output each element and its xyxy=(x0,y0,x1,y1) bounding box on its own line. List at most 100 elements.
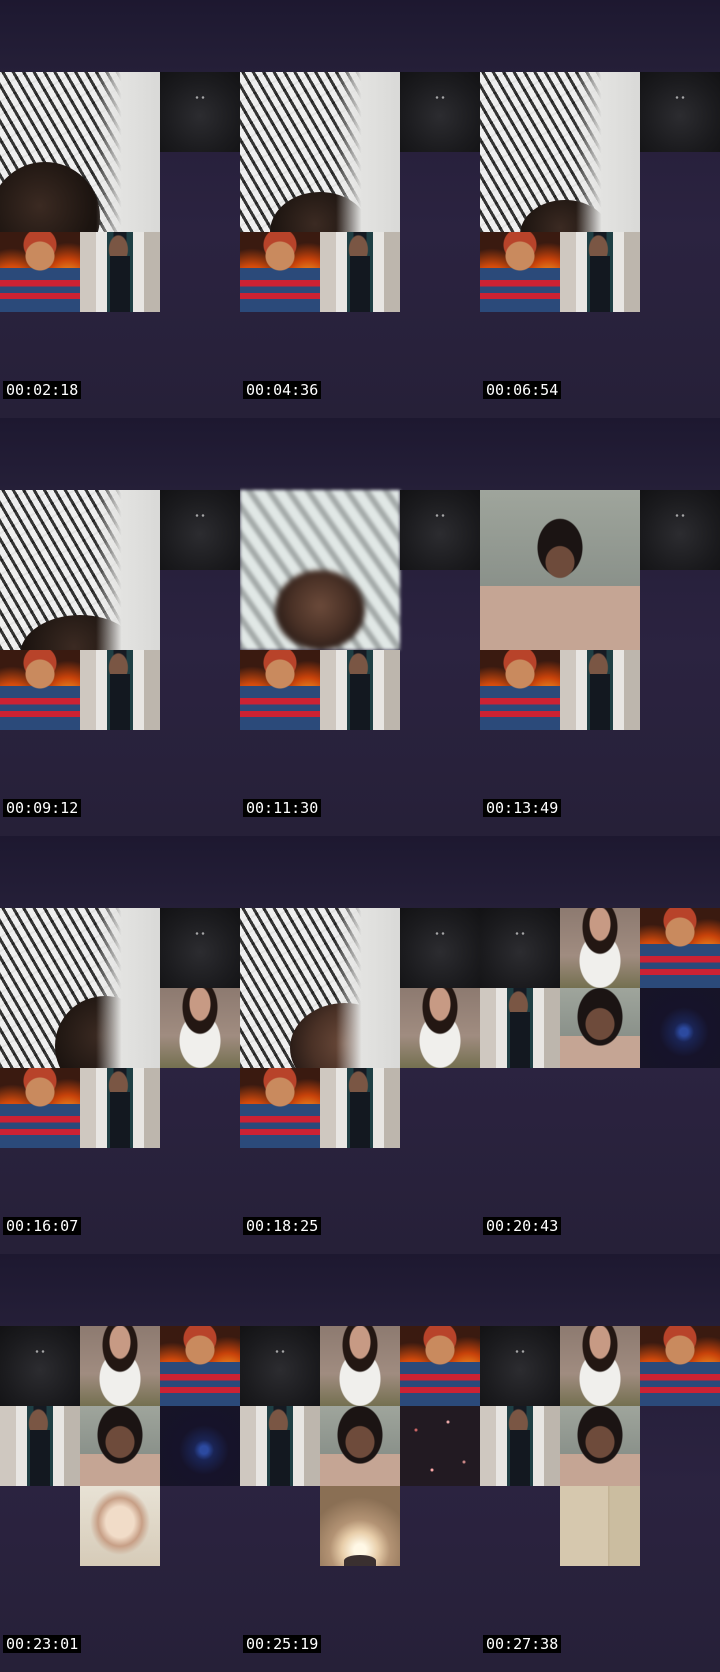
participant-tile-man xyxy=(320,1068,400,1148)
participant-tile-wall xyxy=(0,490,160,650)
participant-tile-man xyxy=(560,650,640,730)
timestamp-label: 00:23:01 xyxy=(3,1635,82,1653)
participant-tile-dark xyxy=(0,1326,80,1406)
participant-tile-lights xyxy=(400,1406,480,1486)
participant-tile-doll xyxy=(0,1068,80,1148)
video-thumbnail[interactable]: 00:06:54 xyxy=(480,0,720,418)
participant-tile-doll xyxy=(480,232,560,312)
participant-tile-dark xyxy=(400,72,480,152)
participant-tile-wall xyxy=(480,72,640,232)
participant-tile-man xyxy=(80,650,160,730)
thumbnail-background xyxy=(0,418,240,490)
thumbnail-background xyxy=(240,0,480,72)
timestamp-label: 00:11:30 xyxy=(243,799,322,817)
timestamp-label: 00:09:12 xyxy=(3,799,82,817)
participant-tile-doll xyxy=(0,650,80,730)
participant-tile-dark xyxy=(160,908,240,988)
participant-tile-girl xyxy=(560,908,640,988)
participant-tile-man xyxy=(560,232,640,312)
participant-tile-doll xyxy=(400,1326,480,1406)
participant-tile-dark xyxy=(480,908,560,988)
participant-tile-blue xyxy=(160,1406,240,1486)
participant-tile-dark xyxy=(640,72,720,152)
participant-head xyxy=(270,192,370,232)
participant-tile-doll xyxy=(240,650,320,730)
timestamp-label: 00:18:25 xyxy=(243,1217,322,1235)
participant-tile-woman xyxy=(560,1406,640,1486)
participant-head xyxy=(520,200,610,232)
video-thumbnail[interactable]: 00:09:12 xyxy=(0,418,240,836)
video-thumbnail[interactable]: 00:23:01 xyxy=(0,1254,240,1672)
participant-tile-man xyxy=(320,650,400,730)
participant-head xyxy=(290,1003,400,1068)
participant-tile-doll xyxy=(240,1068,320,1148)
participant-tile-man xyxy=(80,232,160,312)
participant-tile-blue xyxy=(640,988,720,1068)
timestamp-label: 00:02:18 xyxy=(3,381,82,399)
thumbnail-background xyxy=(480,1254,720,1326)
video-thumbnail[interactable]: 00:02:18 xyxy=(0,0,240,418)
participant-tile-doll xyxy=(0,232,80,312)
thumbnail-background xyxy=(480,0,720,72)
participant-tile-man xyxy=(480,988,560,1068)
video-thumbnail[interactable]: 00:27:38 xyxy=(480,1254,720,1672)
video-thumbnail[interactable]: 00:18:25 xyxy=(240,836,480,1254)
participant-tile-wall xyxy=(0,908,160,1068)
participant-head xyxy=(20,615,140,650)
participant-tile-girl xyxy=(80,1326,160,1406)
participant-tile-dark xyxy=(640,490,720,570)
thumbnail-background xyxy=(0,0,240,72)
participant-tile-dark xyxy=(400,908,480,988)
participant-tile-dark xyxy=(160,72,240,152)
participant-tile-girl xyxy=(160,988,240,1068)
thumbnail-background xyxy=(240,418,480,490)
participant-head xyxy=(0,162,100,232)
timestamp-label: 00:25:19 xyxy=(243,1635,322,1653)
timestamp-label: 00:04:36 xyxy=(243,381,322,399)
participant-tile-doll xyxy=(640,1326,720,1406)
participant-tile-woman xyxy=(80,1406,160,1486)
participant-head xyxy=(55,996,155,1068)
participant-tile-doll xyxy=(480,650,560,730)
thumbnail-background xyxy=(240,1254,480,1326)
thumbnail-background xyxy=(0,1254,240,1326)
participant-tile-man xyxy=(320,232,400,312)
participant-tile-girl xyxy=(400,988,480,1068)
participant-tile-dark xyxy=(480,1326,560,1406)
participant-tile-wall xyxy=(240,72,400,232)
thumbnail-background xyxy=(480,836,720,908)
participant-tile-bald-man xyxy=(80,1486,160,1566)
video-thumbnail[interactable]: 00:25:19 xyxy=(240,1254,480,1672)
timestamp-label: 00:20:43 xyxy=(483,1217,562,1235)
video-thumbnail[interactable]: 00:11:30 xyxy=(240,418,480,836)
participant-tile-doll xyxy=(640,908,720,988)
video-thumbnail[interactable]: 00:20:43 xyxy=(480,836,720,1254)
timestamp-label: 00:27:38 xyxy=(483,1635,562,1653)
participant-tile-man xyxy=(240,1406,320,1486)
video-thumbnail[interactable]: 00:04:36 xyxy=(240,0,480,418)
participant-tile-man xyxy=(0,1406,80,1486)
participant-tile-door xyxy=(560,1486,640,1566)
participant-tile-woman xyxy=(560,988,640,1068)
video-thumbnail[interactable]: 00:16:07 xyxy=(0,836,240,1254)
participant-tile-dark xyxy=(240,1326,320,1406)
participant-tile-wall xyxy=(240,490,400,650)
thumbnail-background xyxy=(0,836,240,908)
participant-tile-girl xyxy=(560,1326,640,1406)
contact-sheet: 00:02:18 00:04:36 00:06:54 00:09:12 00:1… xyxy=(0,0,720,1672)
participant-tile-woman xyxy=(320,1406,400,1486)
timestamp-label: 00:13:49 xyxy=(483,799,562,817)
participant-tile-lamp xyxy=(320,1486,400,1566)
thumbnail-background xyxy=(480,418,720,490)
thumbnail-background xyxy=(240,836,480,908)
video-thumbnail[interactable]: 00:13:49 xyxy=(480,418,720,836)
participant-tile-dark xyxy=(400,490,480,570)
participant-tile-wall xyxy=(0,72,160,232)
participant-tile-man xyxy=(480,1406,560,1486)
participant-tile-wall xyxy=(240,908,400,1068)
participant-tile-doll xyxy=(240,232,320,312)
participant-tile-dark xyxy=(160,490,240,570)
timestamp-label: 00:16:07 xyxy=(3,1217,82,1235)
timestamp-label: 00:06:54 xyxy=(483,381,562,399)
participant-tile-doll xyxy=(160,1326,240,1406)
